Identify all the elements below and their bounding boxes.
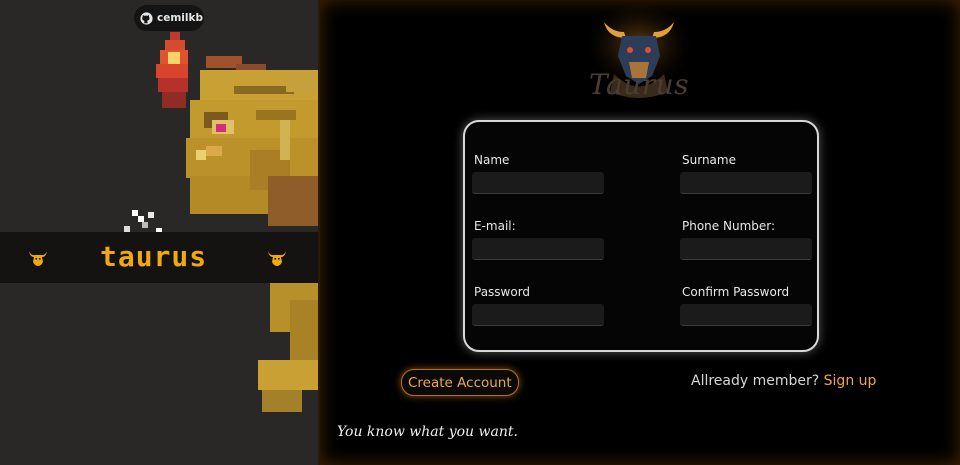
name-input[interactable]: [472, 172, 604, 194]
phone-field: Phone Number:: [680, 219, 812, 260]
sign-up-link[interactable]: Sign up: [824, 373, 877, 389]
surname-label: Surname: [682, 153, 736, 167]
github-badge[interactable]: cemilkb: [134, 5, 204, 31]
logo-text: Taurus: [588, 68, 689, 101]
surname-field: Surname: [680, 153, 812, 194]
phone-input[interactable]: [680, 238, 812, 260]
signup-form: Name Surname E-mail: Phone Number: Passw…: [463, 120, 819, 352]
password-input[interactable]: [472, 304, 604, 326]
phone-label: Phone Number:: [682, 219, 776, 233]
bull-head-icon: [268, 251, 286, 266]
create-account-button[interactable]: Create Account: [401, 369, 519, 396]
github-icon: [140, 11, 153, 25]
taurus-banner: taurus: [0, 232, 318, 283]
email-field: E-mail:: [472, 219, 604, 260]
surname-input[interactable]: [680, 172, 812, 194]
confirm-password-input[interactable]: [680, 304, 812, 326]
signup-panel: Taurus Name Surname E-mail: Phone Number…: [318, 0, 960, 465]
email-input[interactable]: [472, 238, 604, 260]
email-label: E-mail:: [474, 219, 516, 233]
confirm-password-field: Confirm Password: [680, 285, 812, 326]
already-member-text: Allready member? Sign up: [691, 373, 876, 389]
password-label: Password: [474, 285, 531, 299]
name-field: Name: [472, 153, 604, 194]
confirm-password-label: Confirm Password: [682, 285, 790, 299]
name-label: Name: [474, 153, 510, 167]
left-panel: cemilkb taurus: [0, 0, 318, 465]
motto: You know what you want.: [337, 424, 518, 440]
banner-title: taurus: [100, 240, 208, 273]
already-member-label: Allready member?: [691, 373, 820, 389]
github-username: cemilkb: [157, 12, 203, 24]
password-field: Password: [472, 285, 604, 326]
bull-head-icon: [29, 251, 47, 266]
